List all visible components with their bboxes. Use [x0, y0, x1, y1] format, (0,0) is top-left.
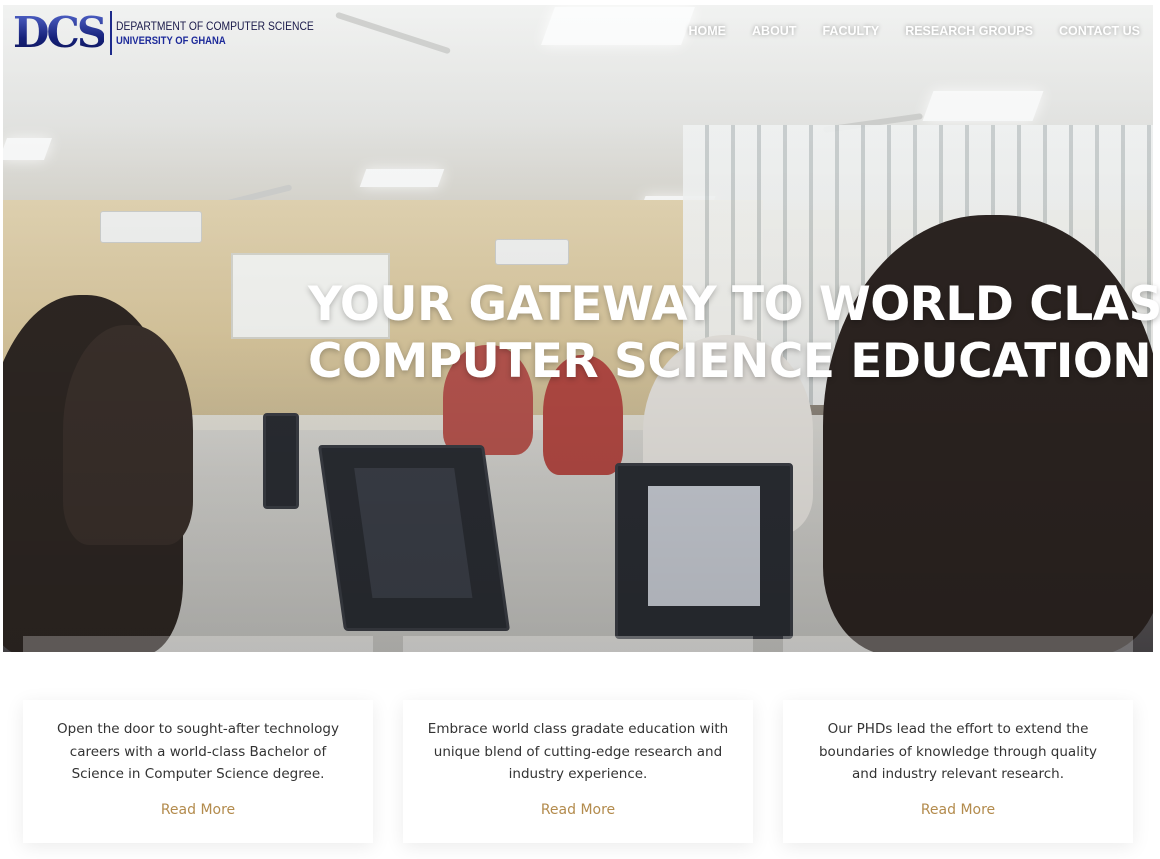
program-card-graduate: Embrace world class gradate education wi…: [403, 700, 753, 843]
logo-mark: DCS: [13, 8, 107, 57]
card-top-strip: [783, 636, 1133, 652]
nav-item-research-groups[interactable]: RESEARCH GROUPS: [905, 24, 1033, 38]
hero-headline-line1: YOUR GATEWAY TO WORLD CLASS: [308, 277, 1160, 332]
card-description: Our PHDs lead the effort to extend the b…: [818, 721, 1097, 782]
read-more-link[interactable]: Read More: [161, 802, 235, 818]
card-top-strip: [23, 636, 373, 652]
logo-university-name: UNIVERSITY OF GHANA: [116, 34, 226, 47]
card-top-strip: [403, 636, 753, 652]
program-card-undergraduate: Open the door to sought-after technology…: [23, 700, 373, 843]
nav-item-faculty[interactable]: FACULTY: [822, 24, 879, 38]
page: DCS DEPARTMENT OF COMPUTER SCIENCE UNIVE…: [0, 0, 1160, 859]
card-description: Open the door to sought-after technology…: [57, 721, 339, 782]
nav-item-contact-us[interactable]: CONTACT US: [1059, 24, 1140, 38]
program-card-phd: Our PHDs lead the effort to extend the b…: [783, 700, 1133, 843]
logo-divider: [110, 11, 113, 55]
logo-department-name: DEPARTMENT OF COMPUTER SCIENCE: [116, 18, 315, 33]
logo-text: DEPARTMENT OF COMPUTER SCIENCE UNIVERSIT…: [116, 19, 346, 48]
nav-item-home[interactable]: HOME: [689, 24, 727, 38]
nav-item-about[interactable]: ABOUT: [752, 24, 796, 38]
read-more-link[interactable]: Read More: [541, 802, 615, 818]
site-logo[interactable]: DCS DEPARTMENT OF COMPUTER SCIENCE UNIVE…: [13, 8, 346, 58]
card-description: Embrace world class gradate education wi…: [427, 721, 729, 782]
main-navigation: HOME ABOUT FACULTY RESEARCH GROUPS CONTA…: [663, 24, 1140, 38]
read-more-link[interactable]: Read More: [921, 802, 995, 818]
hero-headline-line2: COMPUTER SCIENCE EDUCATION: [308, 334, 1152, 389]
hero-headline: YOUR GATEWAY TO WORLD CLASS COMPUTER SCI…: [308, 276, 1160, 390]
